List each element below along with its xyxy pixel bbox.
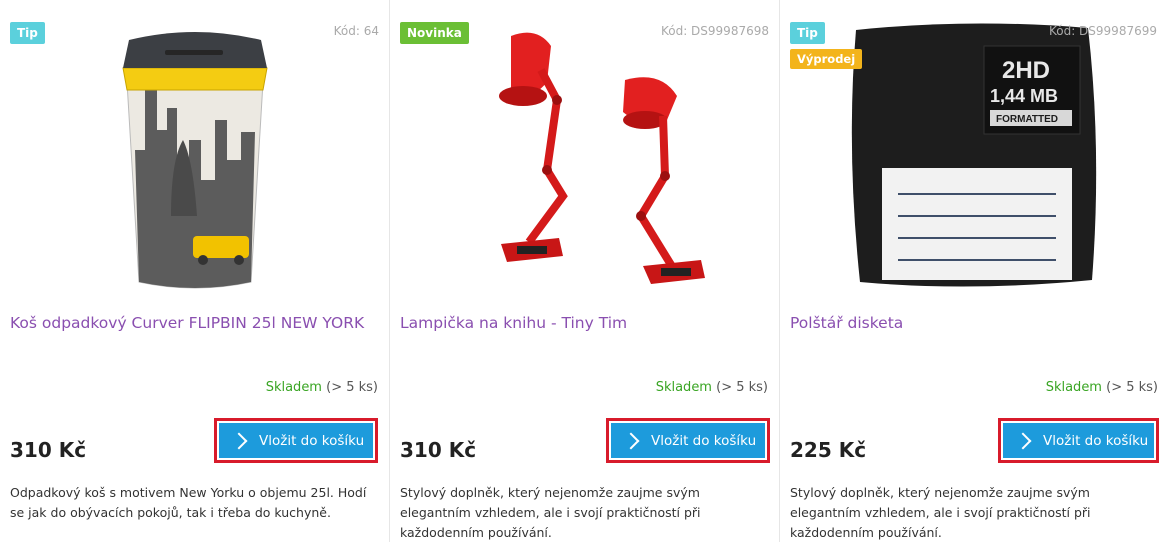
product-price: 310 Kč <box>10 438 87 462</box>
product-code: Kód: 64 <box>333 24 379 38</box>
availability: Skladem (> 5 ks) <box>656 380 768 395</box>
chevron-right-icon <box>622 432 640 449</box>
product-code: Kód: DS99987698 <box>660 24 769 38</box>
product-price: 225 Kč <box>790 438 867 462</box>
badge-vyprodej: Výprodej <box>790 49 863 69</box>
add-to-cart-label: Vložit do košíku <box>259 432 365 449</box>
add-to-cart-button[interactable]: Vložit do košíku <box>214 418 378 463</box>
badge-tip: Tip <box>790 22 825 44</box>
product-price: 310 Kč <box>400 438 477 462</box>
product-title-link[interactable]: Polštář disketa <box>790 314 903 332</box>
availability: Skladem (> 5 ks) <box>1046 380 1158 395</box>
availability-detail: (> 5 ks) <box>716 380 768 395</box>
floppy-label-line3: FORMATTED <box>996 114 1058 125</box>
chevron-right-icon <box>230 432 248 449</box>
add-to-cart-button[interactable]: Vložit do košíku <box>606 418 770 463</box>
product-grid: Tip Kód: 64 Koš odpadkový Curver FLIPBIN… <box>0 0 1159 542</box>
product-card: 2HD 1,44 MB FORMATTED Tip Výprodej Kód: … <box>780 0 1159 542</box>
availability-detail: (> 5 ks) <box>326 380 378 395</box>
product-card: Novinka Kód: DS99987698 Lampička na knih… <box>390 0 779 542</box>
availability-detail: (> 5 ks) <box>1106 380 1158 395</box>
badge-tip: Tip <box>10 22 45 44</box>
product-title-link[interactable]: Koš odpadkový Curver FLIPBIN 25l NEW YOR… <box>10 314 364 332</box>
book-lamp-image <box>498 32 705 284</box>
product-image-trash-bin[interactable] <box>0 20 389 300</box>
availability-status: Skladem <box>265 380 322 395</box>
product-description: Stylový doplněk, který nejenomže zaujme … <box>400 485 701 540</box>
product-title-link[interactable]: Lampička na knihu - Tiny Tim <box>400 314 627 332</box>
add-to-cart-label: Vložit do košíku <box>1043 432 1149 449</box>
trash-bin-image <box>121 32 268 289</box>
product-description: Stylový doplněk, který nejenomže zaujme … <box>790 485 1091 540</box>
availability: Skladem (> 5 ks) <box>266 380 378 395</box>
floppy-pillow-image: 2HD 1,44 MB FORMATTED <box>851 23 1096 287</box>
floppy-label-line1: 2HD <box>1002 57 1050 84</box>
badge-novinka: Novinka <box>400 22 469 44</box>
availability-status: Skladem <box>1045 380 1102 395</box>
product-card: Tip Kód: 64 Koš odpadkový Curver FLIPBIN… <box>0 0 389 542</box>
floppy-label-line2: 1,44 MB <box>990 86 1058 106</box>
availability-status: Skladem <box>655 380 712 395</box>
product-image-book-lamp[interactable] <box>390 20 779 300</box>
add-to-cart-label: Vložit do košíku <box>651 432 757 449</box>
product-code: Kód: DS99987699 <box>1048 24 1157 38</box>
product-description: Odpadkový koš s motivem New Yorku o obje… <box>10 485 367 520</box>
add-to-cart-button[interactable]: Vložit do košíku <box>998 418 1159 463</box>
chevron-right-icon <box>1014 432 1032 449</box>
